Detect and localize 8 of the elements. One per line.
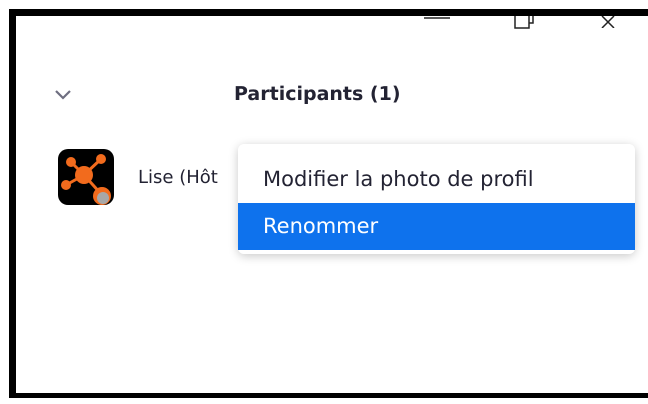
participant-name: Lise (Hôt — [138, 166, 218, 188]
minimize-icon[interactable] — [424, 16, 450, 20]
chevron-down-icon[interactable] — [54, 88, 72, 100]
restore-icon[interactable] — [514, 16, 534, 29]
panel-title: Participants (1) — [234, 83, 401, 105]
menu-item[interactable]: Renommer — [238, 203, 635, 250]
menu-item[interactable]: Modifier la photo de profil — [238, 156, 635, 203]
avatar-icon — [58, 149, 114, 205]
